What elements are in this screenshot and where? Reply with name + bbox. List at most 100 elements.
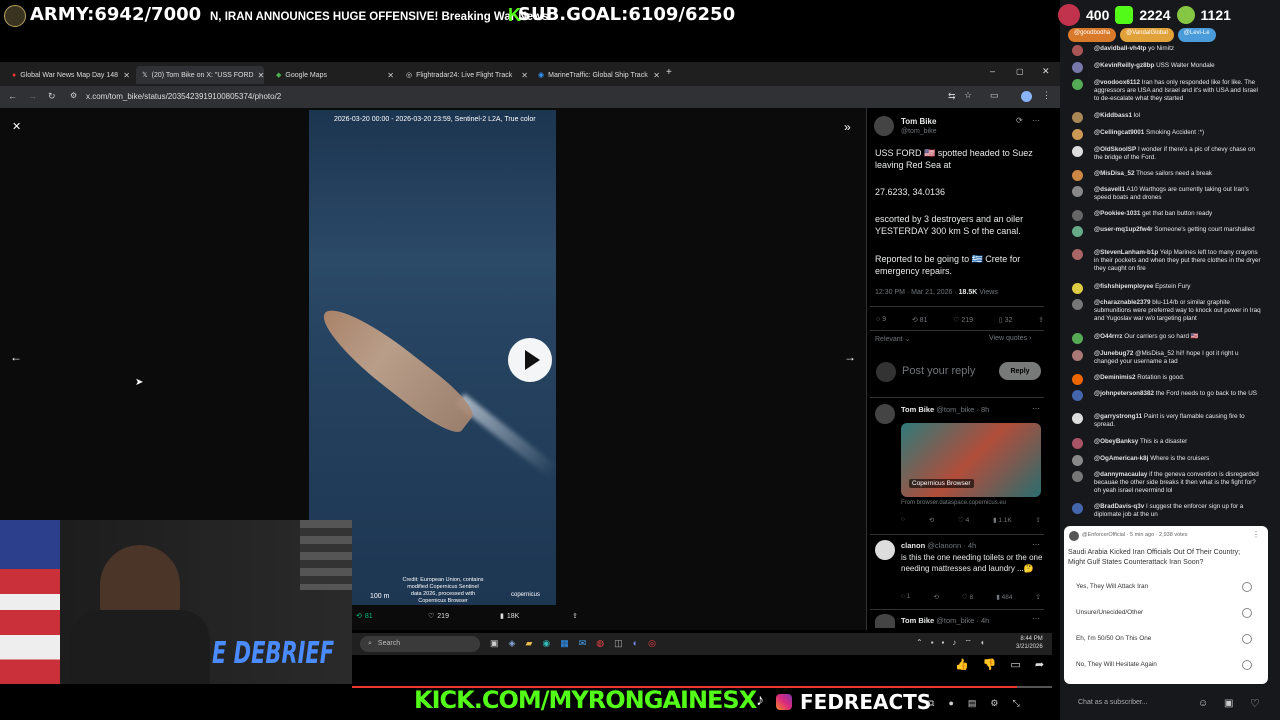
- cc-icon[interactable]: ⧉: [928, 698, 934, 709]
- close-icon[interactable]: ✕: [387, 71, 394, 80]
- subtitles-icon[interactable]: ▤: [968, 698, 977, 709]
- avatar[interactable]: [1072, 170, 1083, 181]
- avatar[interactable]: [1072, 503, 1083, 514]
- avatar[interactable]: [1072, 299, 1083, 310]
- wifi-icon[interactable]: ⌔: [964, 638, 972, 648]
- share-icon[interactable]: ⇪: [1036, 516, 1041, 524]
- play-button[interactable]: [508, 338, 552, 382]
- avatar[interactable]: [875, 540, 895, 560]
- avatar[interactable]: [1072, 390, 1083, 401]
- volume-icon[interactable]: ◖: [980, 638, 985, 648]
- avatar[interactable]: [1072, 129, 1083, 140]
- avatar[interactable]: [1072, 283, 1083, 294]
- avatar[interactable]: [874, 116, 894, 136]
- chip[interactable]: @VandalGlobal: [1120, 28, 1174, 42]
- chip[interactable]: @goodbodha: [1068, 28, 1117, 42]
- reply-button[interactable]: Reply: [999, 362, 1041, 380]
- more-icon[interactable]: ···: [1032, 404, 1040, 413]
- close-icon[interactable]: ✕: [653, 71, 660, 80]
- author-handle[interactable]: @tom_bike: [901, 127, 937, 136]
- chat-username[interactable]: @fishshipemployee: [1094, 283, 1153, 290]
- tray-app-icon[interactable]: ▪: [942, 638, 945, 648]
- maximize-icon[interactable]: ▢: [1016, 67, 1024, 76]
- avatar[interactable]: [1072, 62, 1083, 73]
- chat-username[interactable]: @Cellingcat9001: [1094, 129, 1144, 136]
- minimize-icon[interactable]: –: [990, 66, 995, 76]
- next-arrow-icon[interactable]: →: [844, 350, 856, 364]
- chat-input[interactable]: Chat as a subscriber...: [1064, 694, 1194, 714]
- back-icon[interactable]: ←: [8, 91, 17, 101]
- chat-username[interactable]: @Deminimis2: [1094, 374, 1136, 381]
- close-icon[interactable]: ✕: [258, 71, 264, 80]
- avatar[interactable]: [1072, 455, 1083, 466]
- menu-icon[interactable]: ⋮: [1042, 90, 1051, 101]
- avatar[interactable]: [1072, 249, 1083, 260]
- sidebar-icon[interactable]: ▭: [990, 90, 999, 101]
- tab-war-news[interactable]: ● Global War News Map Day 148 ✕: [6, 66, 130, 84]
- task-view-icon[interactable]: ▣: [490, 638, 499, 649]
- avatar[interactable]: [1072, 79, 1083, 90]
- reply-author[interactable]: Tom Bike @tom_bike · 8h: [901, 405, 989, 414]
- chat-username[interactable]: @O44rrrz: [1094, 333, 1123, 340]
- avatar[interactable]: [1072, 112, 1083, 123]
- poll-option[interactable]: Yes, They Will Attack Iran: [1076, 583, 1148, 590]
- mic-icon[interactable]: ♪: [952, 638, 956, 648]
- reply-author[interactable]: clanon @clanonn · 4h: [901, 541, 976, 550]
- poll-option[interactable]: Unsure/Unecided/Other: [1076, 609, 1143, 616]
- fullscreen-icon[interactable]: ⤡: [1012, 698, 1019, 709]
- more-icon[interactable]: ···: [1032, 614, 1040, 623]
- chat-username[interactable]: @davidball-vh4tp: [1094, 45, 1146, 52]
- heart-icon[interactable]: ♡: [1250, 697, 1260, 710]
- chat-username[interactable]: @voodoox6112: [1094, 79, 1140, 86]
- emoji-icon[interactable]: ☺: [1198, 698, 1208, 709]
- chat-username[interactable]: @Kiddbass1: [1094, 112, 1132, 119]
- more-icon[interactable]: ···: [1032, 540, 1040, 549]
- close-icon[interactable]: ✕: [12, 120, 21, 133]
- app-icon[interactable]: ◫: [614, 638, 623, 649]
- like-action[interactable]: ♡ 4: [958, 516, 969, 524]
- radio-icon[interactable]: [1242, 582, 1252, 592]
- kebab-menu-icon[interactable]: ⋮: [1252, 530, 1260, 539]
- tray-app-icon[interactable]: ▪: [931, 638, 934, 648]
- chat-username[interactable]: @charaznable2379: [1094, 299, 1151, 306]
- radio-icon[interactable]: [1242, 634, 1252, 644]
- reply-author[interactable]: Tom Bike @tom_bike · 4h: [901, 616, 989, 625]
- chat-username[interactable]: @OldSkoolSP: [1094, 146, 1136, 153]
- chat-username[interactable]: @BradDavis-q3v: [1094, 503, 1144, 510]
- chat-username[interactable]: @dsavell1: [1094, 186, 1125, 193]
- reply-action[interactable]: ○ 1: [901, 593, 910, 601]
- link-source[interactable]: From browser.dataspace.copernicus.eu: [901, 500, 1006, 506]
- avatar[interactable]: [1072, 471, 1083, 482]
- tab-google-maps[interactable]: ◆ Google Maps ✕: [270, 66, 394, 84]
- views-action[interactable]: ▮ 484: [996, 593, 1012, 601]
- chat-username[interactable]: @StevenLanham-b1p: [1094, 249, 1158, 256]
- tab-flightradar[interactable]: ◎ Flightradar24: Live Flight Track ✕: [400, 66, 528, 84]
- dollar-icon[interactable]: ▣: [1224, 698, 1233, 709]
- avatar[interactable]: [1072, 146, 1083, 157]
- discord-icon[interactable]: ◐: [633, 638, 638, 649]
- outlook-icon[interactable]: ✉: [579, 638, 587, 649]
- bookmark-action[interactable]: ▯ 32: [999, 316, 1013, 324]
- retweet-icon[interactable]: ⟲: [929, 516, 934, 524]
- chat-username[interactable]: @OgAmerican-k8j: [1094, 455, 1148, 462]
- sort-relevant[interactable]: Relevant ⌄: [875, 335, 910, 343]
- copilot-icon[interactable]: ◈: [509, 638, 516, 649]
- autoplay-icon[interactable]: ●: [948, 698, 953, 709]
- obs-icon[interactable]: ◎: [648, 638, 656, 649]
- chat-username[interactable]: @garrystrong11: [1094, 413, 1142, 420]
- new-tab-button[interactable]: +: [666, 67, 672, 78]
- chat-username[interactable]: @johnpeterson8382: [1094, 390, 1154, 397]
- tab-tom-bike[interactable]: 𝕏 (20) Tom Bike on X: "USS FORD ✕: [136, 66, 264, 84]
- chat-username[interactable]: @KevinReilly-gz8bp: [1094, 62, 1154, 69]
- like-action[interactable]: ♡ 219: [428, 612, 449, 621]
- avatar[interactable]: [1072, 333, 1083, 344]
- views-action[interactable]: ▮ 18K: [500, 612, 519, 621]
- retweet-icon[interactable]: ⟲: [933, 593, 938, 601]
- avatar[interactable]: [1072, 186, 1083, 197]
- avatar[interactable]: [1072, 226, 1083, 237]
- like-action[interactable]: ♡ 219: [953, 316, 973, 324]
- reply-input[interactable]: Post your reply: [902, 365, 975, 377]
- bookmark-star-icon[interactable]: ☆: [964, 90, 972, 101]
- view-quotes-link[interactable]: View quotes ›: [989, 335, 1031, 342]
- expand-icon[interactable]: »: [844, 120, 851, 134]
